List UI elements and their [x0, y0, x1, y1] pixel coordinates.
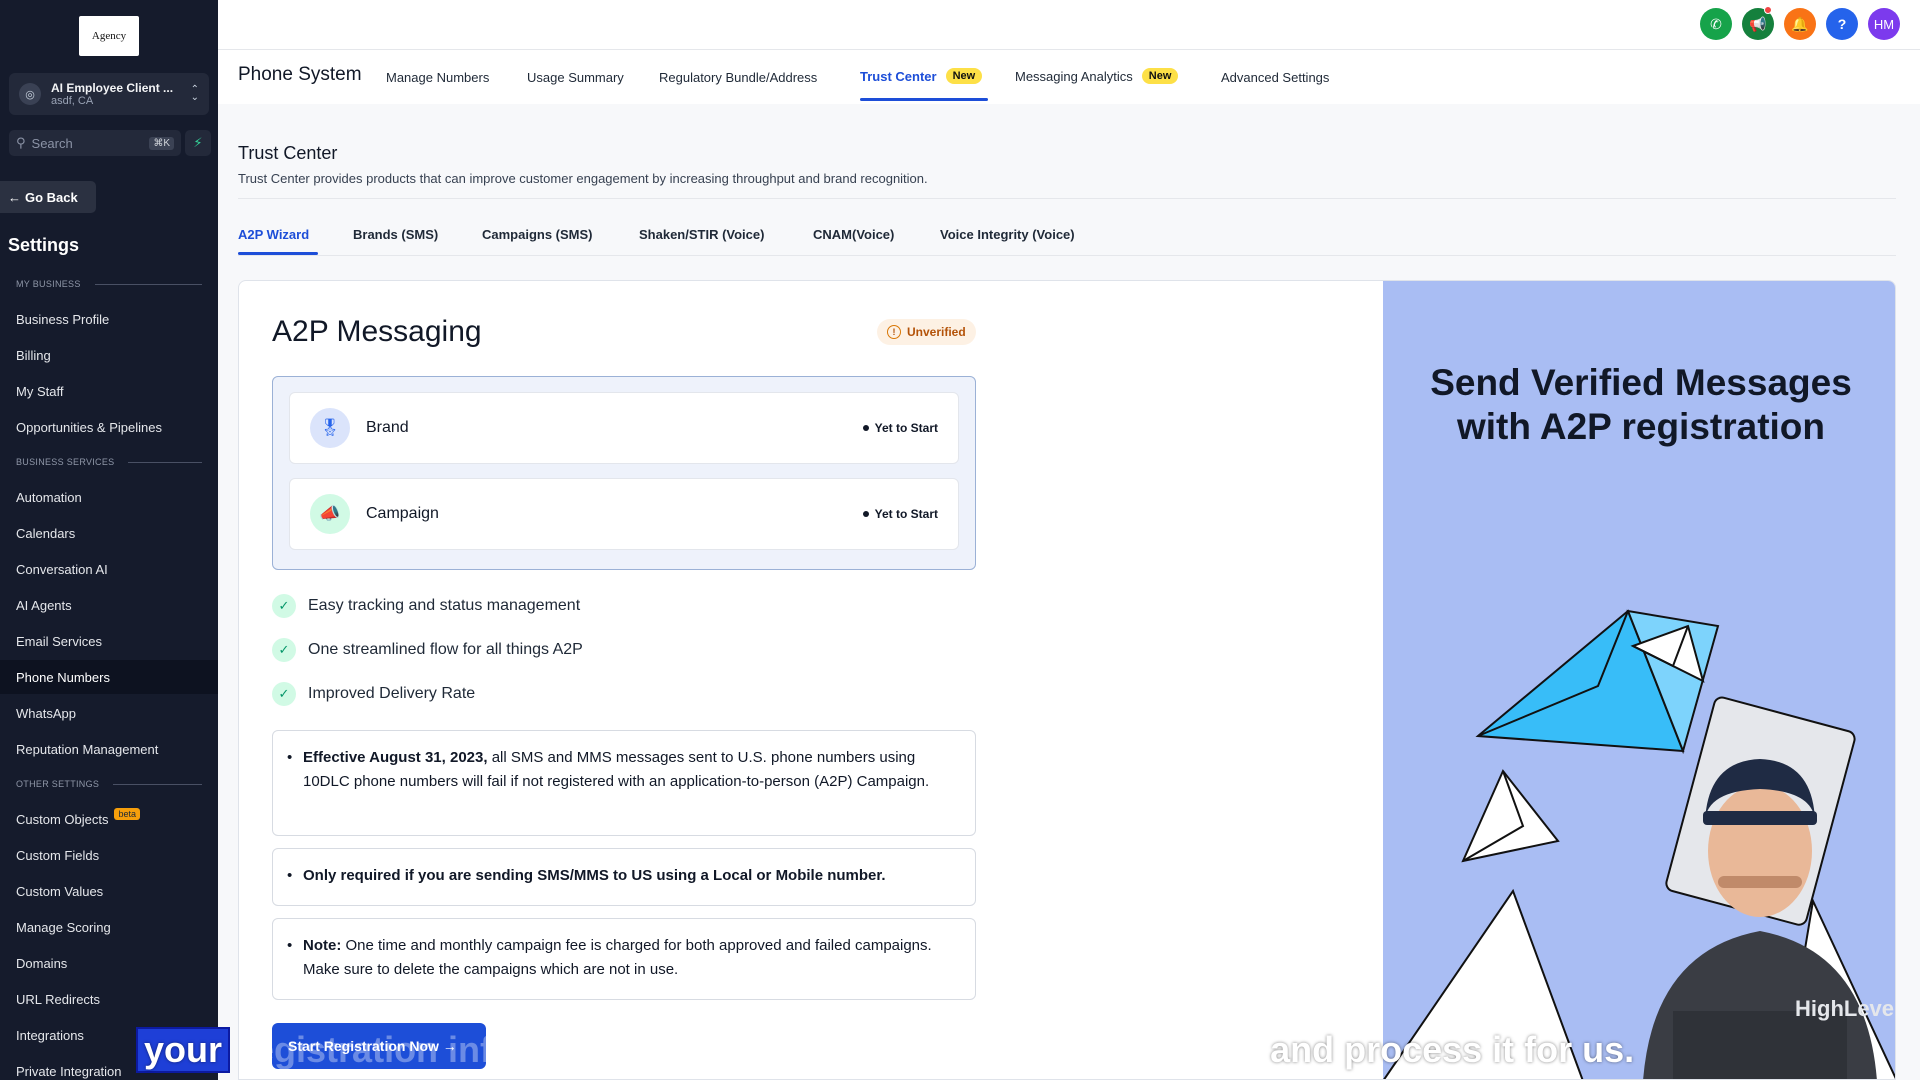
step-campaign[interactable]: 📣 Campaign Yet to Start	[289, 478, 959, 550]
beta-badge: beta	[114, 808, 141, 820]
sidebar-item-conversation-ai[interactable]: Conversation AI	[0, 552, 218, 586]
sidebar-item-automation[interactable]: Automation	[0, 480, 218, 514]
tab-campaigns-sms[interactable]: Campaigns (SMS)	[482, 227, 593, 242]
settings-title: Settings	[8, 235, 80, 255]
sidebar-item-calendars[interactable]: Calendars	[0, 516, 218, 550]
registration-steps: 🎖 Brand Yet to Start 📣 Campaign Yet to S…	[272, 376, 976, 570]
logo-text: Agency	[91, 30, 127, 42]
presenter-video	[1643, 759, 1877, 1079]
feature-item: ✓ Easy tracking and status management	[272, 594, 580, 618]
step-label: Campaign	[366, 505, 439, 522]
chevron-updown-icon: ⌃ ⌄	[190, 84, 199, 103]
divider	[238, 255, 1896, 256]
tab-manage-numbers[interactable]: Manage Numbers	[386, 70, 489, 85]
notice-fee: Note: One time and monthly campaign fee …	[272, 918, 976, 1000]
sidebar-item-url-redirects[interactable]: URL Redirects	[0, 982, 218, 1016]
sidebar-item-email-services[interactable]: Email Services	[0, 624, 218, 658]
caption-text: and process it for us.	[1270, 1029, 1635, 1070]
search-icon: ⚲	[16, 135, 26, 150]
feature-item: ✓ One streamlined flow for all things A2P	[272, 638, 583, 662]
page-title: Phone System	[238, 64, 362, 85]
tab-advanced-settings[interactable]: Advanced Settings	[1221, 70, 1329, 85]
presenter-shirt-logo: HighLevel	[1795, 996, 1896, 1021]
phone-system-header: Phone System Manage Numbers Usage Summar…	[218, 50, 1920, 104]
sidebar-item-manage-scoring[interactable]: Manage Scoring	[0, 910, 218, 944]
divider	[238, 198, 1896, 199]
tab-regulatory[interactable]: Regulatory Bundle/Address	[659, 70, 817, 85]
step-label: Brand	[366, 419, 409, 436]
tab-voice-integrity[interactable]: Voice Integrity (Voice)	[940, 227, 1075, 242]
megaphone-icon: 📣	[310, 494, 350, 534]
tab-usage-summary[interactable]: Usage Summary	[527, 70, 624, 85]
notice-effective-date: Effective August 31, 2023, all SMS and M…	[272, 730, 976, 836]
help-icon[interactable]: ?	[1826, 8, 1858, 40]
feature-item: ✓ Improved Delivery Rate	[272, 682, 475, 706]
account-location: asdf, CA	[51, 94, 94, 107]
arrow-left-icon: ←	[8, 189, 21, 205]
sidebar-item-custom-objects[interactable]: Custom Objects beta	[0, 802, 218, 836]
trust-center-description: Trust Center provides products that can …	[238, 171, 928, 186]
active-tab-indicator	[860, 98, 988, 101]
section-label-my-business: MY BUSINESS	[16, 279, 202, 289]
step-status: Yet to Start	[863, 421, 938, 435]
go-back-label: Go Back	[25, 189, 78, 205]
check-icon: ✓	[272, 638, 296, 662]
top-bar: ✆ 📢 🔔 ? HM	[218, 0, 1920, 50]
user-avatar[interactable]: HM	[1868, 8, 1900, 40]
tab-messaging-analytics[interactable]: Messaging Analytics New	[1015, 68, 1179, 84]
caption-highlight: your	[136, 1027, 231, 1073]
trust-center-title: Trust Center	[238, 143, 338, 163]
caption-dim: registration information and then HighLe…	[240, 1029, 1261, 1070]
status-badge: ! Unverified	[877, 319, 976, 345]
sidebar-item-billing[interactable]: Billing	[0, 338, 218, 372]
promo-panel: Send Verified Messages with A2P registra…	[1383, 281, 1896, 1079]
notice-requirement: Only required if you are sending SMS/MMS…	[272, 848, 976, 906]
sidebar-item-custom-values[interactable]: Custom Values	[0, 874, 218, 908]
step-status: Yet to Start	[863, 507, 938, 521]
tab-a2p-wizard[interactable]: A2P Wizard	[238, 227, 309, 242]
tab-cnam[interactable]: CNAM(Voice)	[813, 227, 894, 242]
tab-shaken-stir[interactable]: Shaken/STIR (Voice)	[639, 227, 764, 242]
tab-brands-sms[interactable]: Brands (SMS)	[353, 227, 438, 242]
section-label-other-settings: OTHER SETTINGS	[16, 779, 202, 789]
tab-trust-center[interactable]: Trust Center New	[860, 68, 983, 84]
sidebar-item-ai-agents[interactable]: AI Agents	[0, 588, 218, 622]
sidebar-item-opportunities[interactable]: Opportunities & Pipelines	[0, 410, 218, 444]
video-caption: your registration information and then H…	[136, 1027, 1634, 1073]
notification-dot	[1764, 6, 1772, 14]
sidebar: Agency ◎ AI Employee Client ... asdf, CA…	[0, 0, 218, 1080]
sidebar-item-custom-fields[interactable]: Custom Fields	[0, 838, 218, 872]
lightning-icon[interactable]: ⚡	[185, 130, 211, 156]
sidebar-item-domains[interactable]: Domains	[0, 946, 218, 980]
info-icon: !	[887, 325, 901, 339]
sidebar-item-phone-numbers[interactable]: Phone Numbers	[0, 660, 218, 694]
account-switcher[interactable]: ◎ AI Employee Client ... asdf, CA ⌃ ⌄	[9, 73, 209, 115]
search-placeholder: Search	[31, 135, 73, 151]
sidebar-item-reputation[interactable]: Reputation Management	[0, 732, 218, 766]
search-shortcut: ⌘K	[149, 136, 174, 150]
check-icon: ✓	[272, 682, 296, 706]
badge-icon: 🎖	[310, 408, 350, 448]
location-icon: ◎	[19, 83, 41, 105]
search-input[interactable]: ⚲ Search ⌘K	[9, 130, 181, 156]
section-label-business-services: BUSINESS SERVICES	[16, 457, 202, 467]
go-back-button[interactable]: ← Go Back	[0, 181, 96, 213]
check-icon: ✓	[272, 594, 296, 618]
a2p-title: A2P Messaging	[272, 315, 482, 348]
new-badge: New	[1141, 68, 1179, 84]
a2p-card: A2P Messaging ! Unverified 🎖 Brand Yet t…	[238, 280, 1896, 1080]
agency-logo[interactable]: Agency	[79, 16, 139, 56]
sidebar-item-whatsapp[interactable]: WhatsApp	[0, 696, 218, 730]
step-brand[interactable]: 🎖 Brand Yet to Start	[289, 392, 959, 464]
sidebar-item-my-staff[interactable]: My Staff	[0, 374, 218, 408]
phone-icon[interactable]: ✆	[1700, 8, 1732, 40]
active-tab-indicator	[238, 252, 318, 255]
bell-icon[interactable]: 🔔	[1784, 8, 1816, 40]
sidebar-item-business-profile[interactable]: Business Profile	[0, 302, 218, 336]
account-name: AI Employee Client ...	[51, 80, 174, 95]
new-badge: New	[945, 68, 983, 84]
